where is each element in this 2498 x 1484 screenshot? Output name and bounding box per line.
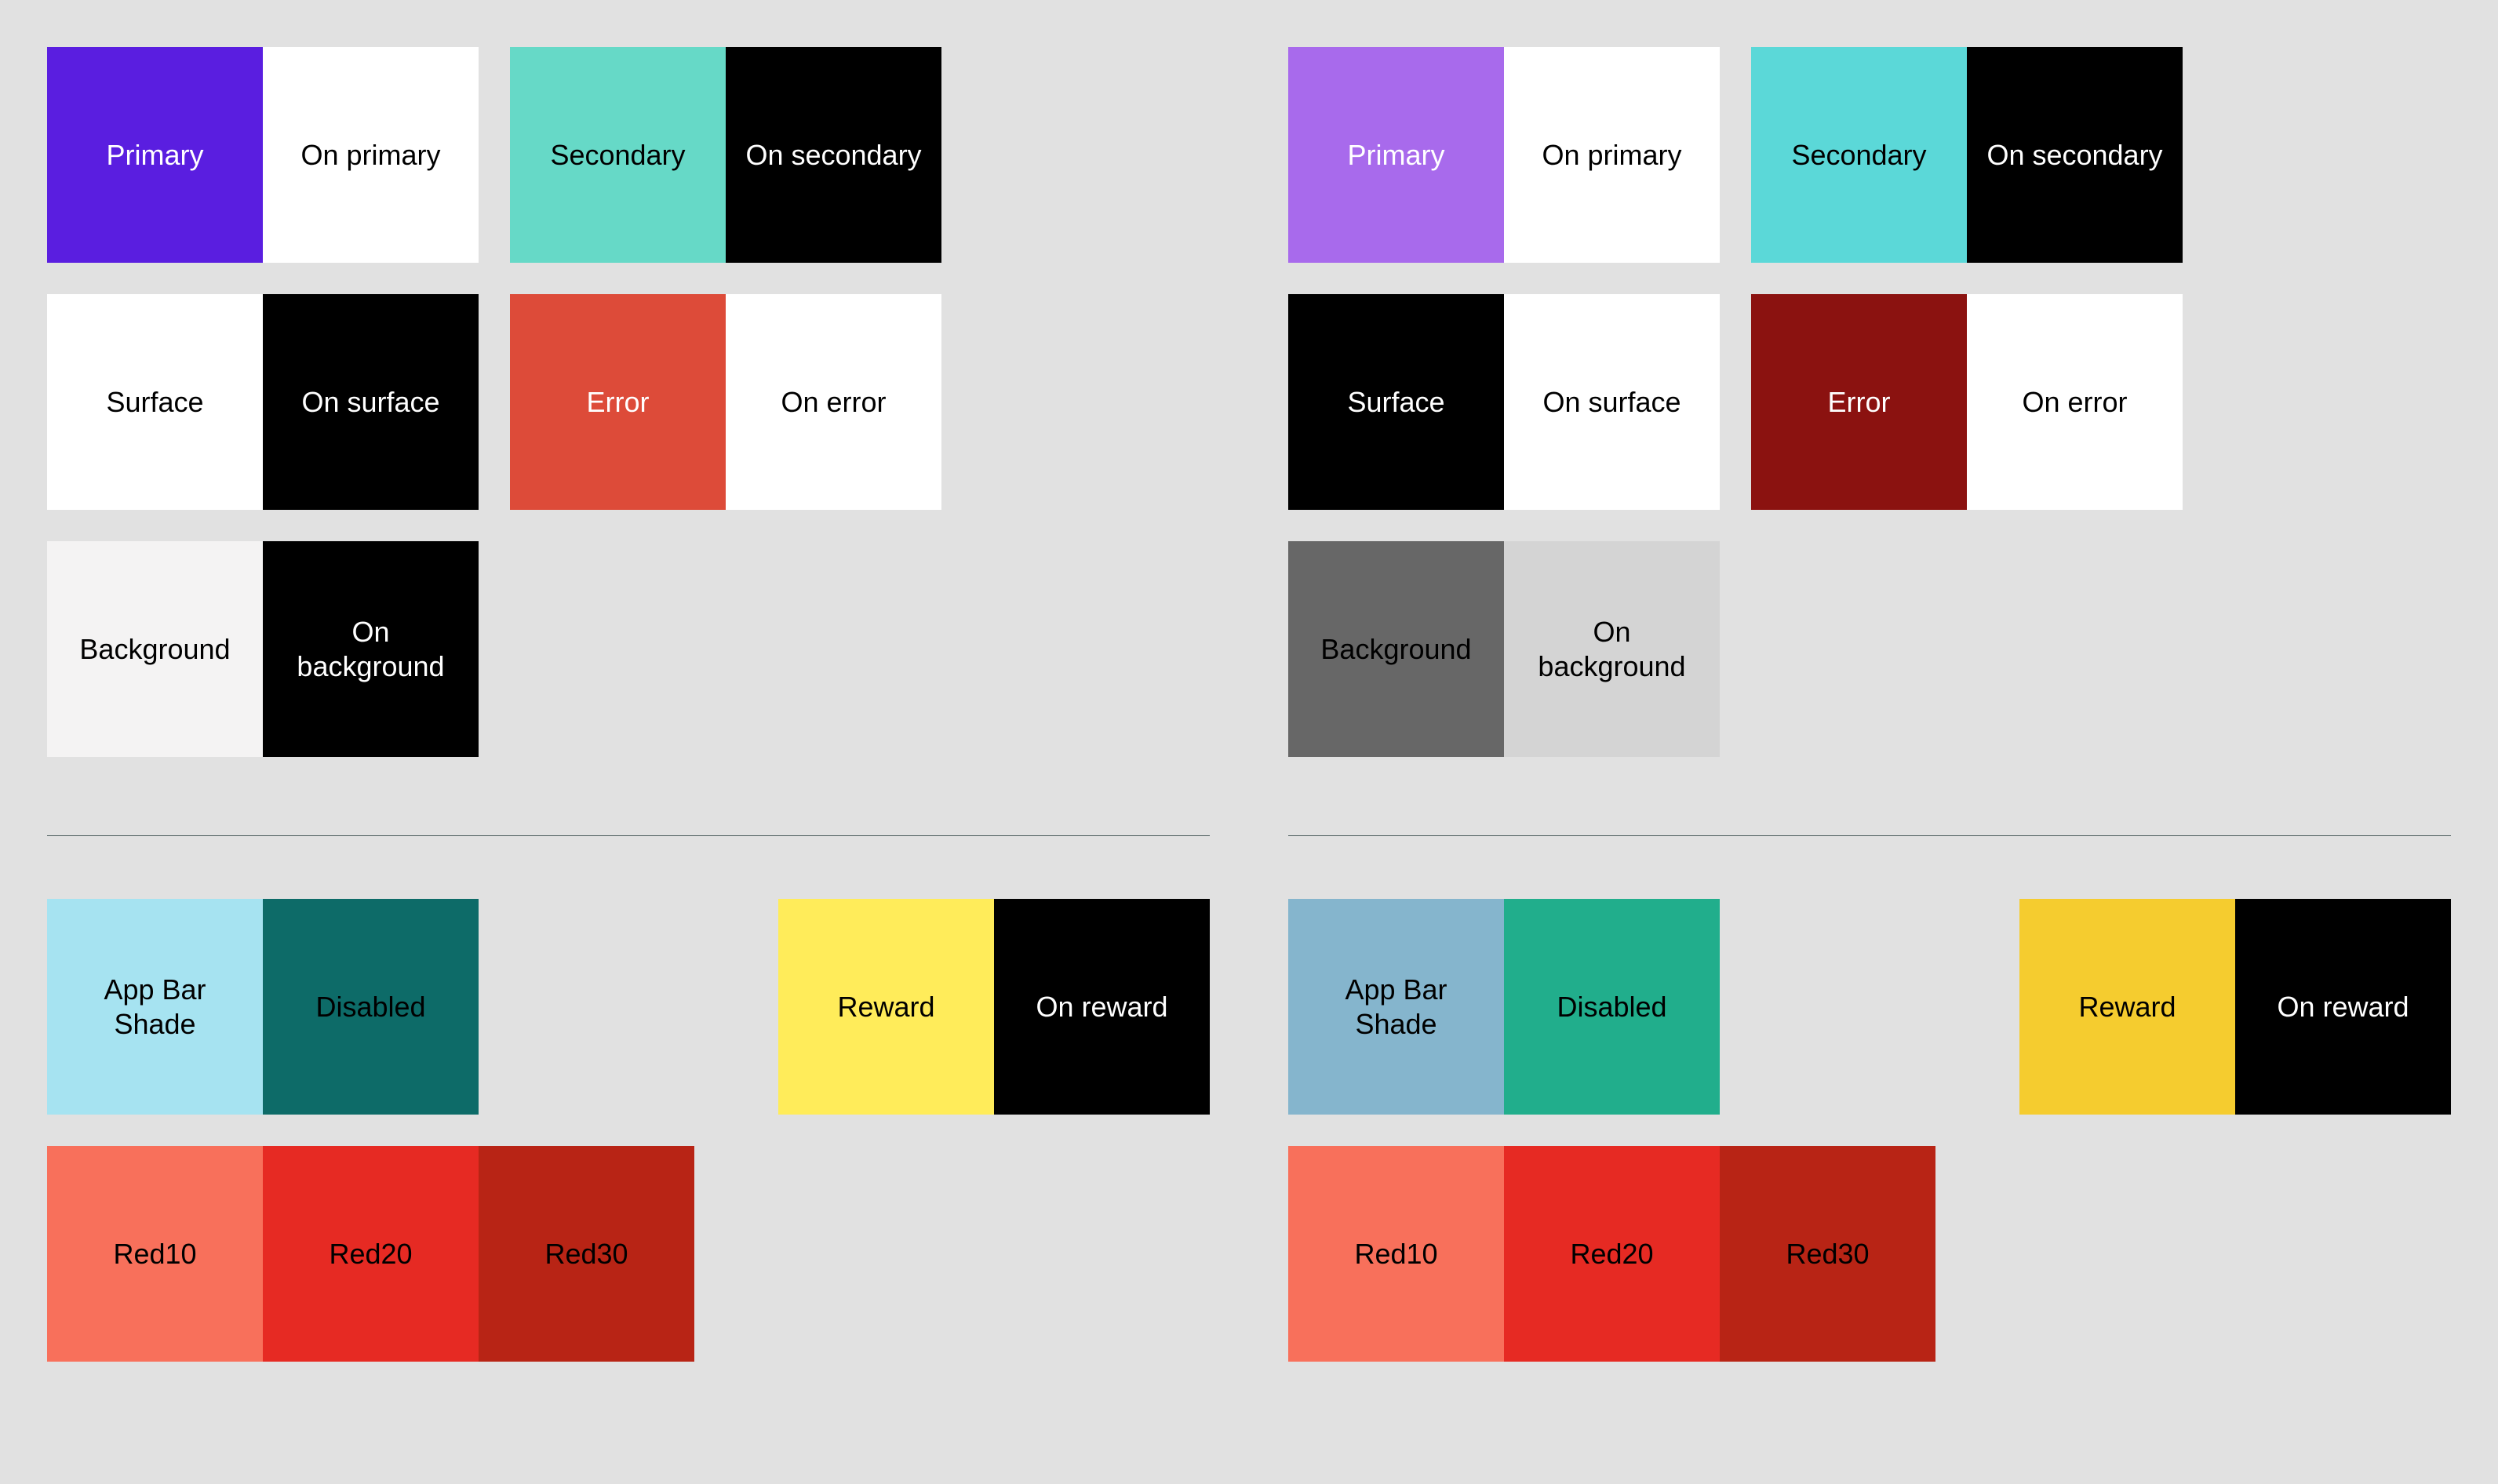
swatch-red20: Red20 — [1504, 1146, 1720, 1362]
row-reds: Red10 Red20 Red30 — [1288, 1146, 2451, 1362]
pair-secondary: Secondary On secondary — [1751, 47, 2183, 263]
row-surface-error: Surface On surface Error On error — [47, 294, 1210, 510]
pair-reward: Reward On reward — [2019, 899, 2451, 1115]
swatch-disabled: Disabled — [263, 899, 479, 1115]
swatch-on-error: On error — [1967, 294, 2183, 510]
swatch-surface: Surface — [1288, 294, 1504, 510]
swatch-on-secondary: On secondary — [1967, 47, 2183, 263]
row-reds: Red10 Red20 Red30 — [47, 1146, 1210, 1362]
swatch-on-surface: On surface — [1504, 294, 1720, 510]
pair-background: Background On background — [1288, 541, 1720, 757]
swatch-on-primary: On primary — [263, 47, 479, 263]
swatch-red30: Red30 — [1720, 1146, 1935, 1362]
pair-surface: Surface On surface — [47, 294, 479, 510]
swatch-background: Background — [1288, 541, 1504, 757]
row-surface-error: Surface On surface Error On error — [1288, 294, 2451, 510]
swatch-primary: Primary — [47, 47, 263, 263]
swatch-error: Error — [1751, 294, 1967, 510]
swatch-red10: Red10 — [47, 1146, 263, 1362]
swatch-red30: Red30 — [479, 1146, 694, 1362]
section-divider — [47, 835, 1210, 836]
row-primary-secondary: Primary On primary Secondary On secondar… — [1288, 47, 2451, 263]
pair-appbar-disabled: App Bar Shade Disabled — [1288, 899, 1720, 1115]
swatch-on-reward: On reward — [2235, 899, 2451, 1115]
row-background: Background On background — [47, 541, 1210, 757]
pair-primary: Primary On primary — [47, 47, 479, 263]
swatch-on-background: On background — [263, 541, 479, 757]
row-appbar-reward: App Bar Shade Disabled Reward On reward — [47, 899, 1210, 1115]
row-background: Background On background — [1288, 541, 2451, 757]
pair-secondary: Secondary On secondary — [510, 47, 941, 263]
swatch-on-primary: On primary — [1504, 47, 1720, 263]
swatch-on-error: On error — [726, 294, 941, 510]
pair-background: Background On background — [47, 541, 479, 757]
swatch-reward: Reward — [2019, 899, 2235, 1115]
row-primary-secondary: Primary On primary Secondary On secondar… — [47, 47, 1210, 263]
swatch-on-reward: On reward — [994, 899, 1210, 1115]
swatch-red20: Red20 — [263, 1146, 479, 1362]
section-divider — [1288, 835, 2451, 836]
swatch-app-bar-shade: App Bar Shade — [47, 899, 263, 1115]
row-appbar-reward: App Bar Shade Disabled Reward On reward — [1288, 899, 2451, 1115]
palette-left: Primary On primary Secondary On secondar… — [47, 47, 1210, 1362]
swatch-secondary: Secondary — [510, 47, 726, 263]
swatch-red10: Red10 — [1288, 1146, 1504, 1362]
swatch-primary: Primary — [1288, 47, 1504, 263]
swatch-reward: Reward — [778, 899, 994, 1115]
swatch-app-bar-shade: App Bar Shade — [1288, 899, 1504, 1115]
pair-appbar-disabled: App Bar Shade Disabled — [47, 899, 479, 1115]
palette-columns: Primary On primary Secondary On secondar… — [47, 47, 2451, 1362]
swatch-background: Background — [47, 541, 263, 757]
swatch-surface: Surface — [47, 294, 263, 510]
pair-error: Error On error — [510, 294, 941, 510]
swatch-on-secondary: On secondary — [726, 47, 941, 263]
pair-error: Error On error — [1751, 294, 2183, 510]
swatch-error: Error — [510, 294, 726, 510]
pair-surface: Surface On surface — [1288, 294, 1720, 510]
swatch-secondary: Secondary — [1751, 47, 1967, 263]
swatch-disabled: Disabled — [1504, 899, 1720, 1115]
palette-right: Primary On primary Secondary On secondar… — [1288, 47, 2451, 1362]
swatch-on-background: On background — [1504, 541, 1720, 757]
swatch-on-surface: On surface — [263, 294, 479, 510]
pair-primary: Primary On primary — [1288, 47, 1720, 263]
pair-reward: Reward On reward — [778, 899, 1210, 1115]
